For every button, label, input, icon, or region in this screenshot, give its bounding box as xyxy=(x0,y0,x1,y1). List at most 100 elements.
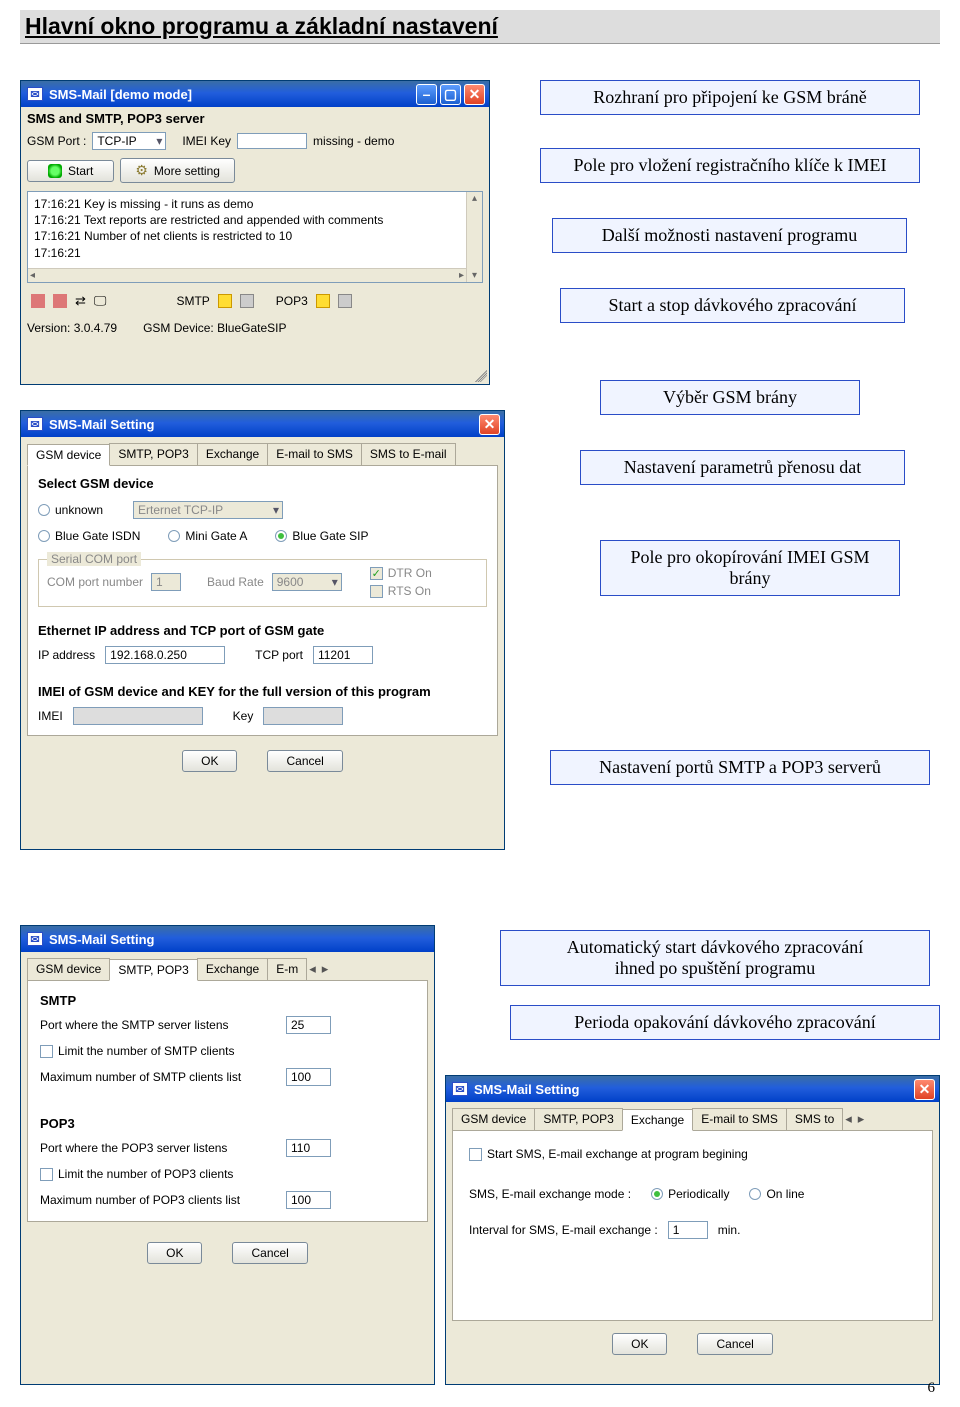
status-smtp-label: SMTP xyxy=(176,294,209,308)
settings-window-gsm: ✉ SMS-Mail Setting ✕ GSM device SMTP, PO… xyxy=(20,410,505,850)
tab-gsm-device[interactable]: GSM device xyxy=(27,958,110,980)
titlebar-settings3: ✉ SMS-Mail Setting ✕ xyxy=(446,1076,939,1102)
tab-gsm-device[interactable]: GSM device xyxy=(27,444,110,466)
page-number: 6 xyxy=(928,1380,936,1397)
tab-exchange[interactable]: Exchange xyxy=(622,1109,693,1131)
folder-icon xyxy=(316,294,330,308)
baud-rate-select: 9600 xyxy=(272,573,342,591)
maximize-button[interactable]: ▢ xyxy=(440,84,461,105)
device-label: GSM Device: BlueGateSIP xyxy=(143,321,286,335)
radio-unknown[interactable]: unknown xyxy=(38,503,103,517)
pop3-heading: POP3 xyxy=(40,1116,415,1131)
baud-label: Baud Rate xyxy=(207,575,264,589)
radio-bluegate-isdn[interactable]: Blue Gate ISDN xyxy=(38,529,140,543)
log-area[interactable]: 17:16:21 Key is missing - it runs as dem… xyxy=(27,191,483,283)
cancel-button[interactable]: Cancel xyxy=(697,1333,772,1355)
imei-key-label: IMEI Key xyxy=(182,134,231,148)
cancel-button[interactable]: Cancel xyxy=(232,1242,307,1264)
tcp-port-input[interactable]: 11201 xyxy=(313,646,373,664)
radio-periodically[interactable]: Periodically xyxy=(651,1187,729,1201)
tab-smtp-pop3[interactable]: SMTP, POP3 xyxy=(109,959,197,981)
pop3-port-input[interactable]: 110 xyxy=(286,1139,331,1157)
imei-input[interactable]: ████████ xyxy=(73,707,203,725)
group-select-heading: Select GSM device xyxy=(38,476,487,491)
main-window: ✉ SMS-Mail [demo mode] – ▢ ✕ SMS and SMT… xyxy=(20,80,490,385)
callout-gsm-interface: Rozhraní pro připojení ke GSM bráně xyxy=(540,80,920,115)
tab-scroll[interactable]: ◂▸ xyxy=(306,958,331,980)
close-button[interactable]: ✕ xyxy=(479,414,500,435)
check-smtp-limit[interactable]: Limit the number of SMTP clients xyxy=(40,1044,235,1058)
log-line: 17:16:21 Text reports are restricted and… xyxy=(34,212,476,228)
check-pop3-limit[interactable]: Limit the number of POP3 clients xyxy=(40,1167,233,1181)
callout-smtp-pop3-ports: Nastavení portů SMTP a POP3 serverů xyxy=(550,750,930,785)
pop3-port-label: Port where the POP3 server listens xyxy=(40,1141,280,1155)
smtp-heading: SMTP xyxy=(40,993,415,1008)
imei-key-input[interactable] xyxy=(237,133,307,149)
tab-email-to-sms[interactable]: E-mail to SMS xyxy=(267,443,362,465)
group-serial-legend: Serial COM port xyxy=(47,552,141,566)
ok-button[interactable]: OK xyxy=(612,1333,667,1355)
smtp-max-label: Maximum number of SMTP clients list xyxy=(40,1070,280,1084)
tab-gsm-device[interactable]: GSM device xyxy=(452,1108,535,1130)
link-icon: ⇄ xyxy=(75,293,86,309)
check-start-exchange[interactable]: Start SMS, E-mail exchange at program be… xyxy=(469,1147,748,1161)
callout-gsm-gate-choice: Výběr GSM brány xyxy=(600,380,860,415)
interval-input[interactable]: 1 xyxy=(668,1221,708,1239)
tab-sms-truncated[interactable]: SMS to xyxy=(786,1108,843,1130)
cancel-button[interactable]: Cancel xyxy=(267,750,342,772)
tab-sms-to-email[interactable]: SMS to E-mail xyxy=(361,443,456,465)
v-scrollbar[interactable]: ▴▾ xyxy=(466,192,482,282)
com-label: COM port number xyxy=(47,575,143,589)
callout-transfer-params: Nastavení parametrů přenosu dat xyxy=(580,450,905,485)
tabs-settings1: GSM device SMTP, POP3 Exchange E-mail to… xyxy=(27,443,498,466)
smtp-port-input[interactable]: 25 xyxy=(286,1016,331,1034)
gsm-port-label: GSM Port : xyxy=(27,134,86,148)
ok-button[interactable]: OK xyxy=(182,750,237,772)
titlebar-main: ✉ SMS-Mail [demo mode] – ▢ ✕ xyxy=(21,81,489,107)
status-icon xyxy=(53,294,67,308)
start-button[interactable]: Start xyxy=(27,160,114,182)
close-button[interactable]: ✕ xyxy=(914,1079,935,1100)
settings-window-exchange: ✉ SMS-Mail Setting ✕ GSM device SMTP, PO… xyxy=(445,1075,940,1385)
interval-unit: min. xyxy=(718,1223,741,1237)
gsm-port-select[interactable]: TCP-IP xyxy=(92,132,166,150)
settings1-title: SMS-Mail Setting xyxy=(49,417,479,432)
titlebar-settings2: ✉ SMS-Mail Setting xyxy=(21,926,434,952)
callout-start-stop: Start a stop dávkového zpracování xyxy=(560,288,905,323)
ok-button[interactable]: OK xyxy=(147,1242,202,1264)
ethernet-type-select[interactable]: Erternet TCP-IP xyxy=(133,501,283,519)
key-input[interactable]: ████ xyxy=(263,707,343,725)
tab-smtp-pop3[interactable]: SMTP, POP3 xyxy=(534,1108,622,1130)
tab-smtp-pop3[interactable]: SMTP, POP3 xyxy=(109,443,197,465)
close-button[interactable]: ✕ xyxy=(464,84,485,105)
start-icon xyxy=(48,164,62,178)
tab-scroll[interactable]: ◂▸ xyxy=(842,1108,867,1130)
tab-exchange[interactable]: Exchange xyxy=(197,443,268,465)
pop3-max-input[interactable]: 100 xyxy=(286,1191,331,1209)
tcp-label: TCP port xyxy=(255,648,303,662)
tab-email-truncated[interactable]: E-m xyxy=(267,958,307,980)
tab-exchange[interactable]: Exchange xyxy=(197,958,268,980)
radio-mini-gate-a[interactable]: Mini Gate A xyxy=(168,529,247,543)
radio-bluegate-sip[interactable]: Blue Gate SIP xyxy=(275,529,368,543)
ip-address-input[interactable]: 192.168.0.250 xyxy=(105,646,225,664)
settings2-title: SMS-Mail Setting xyxy=(49,932,430,947)
imei-key-status: missing - demo xyxy=(313,134,394,148)
left-status-icons: ⇄ 🖵 xyxy=(27,291,110,311)
status-pop3-label: POP3 xyxy=(276,294,308,308)
check-dtr: ✓DTR On xyxy=(370,566,432,580)
minimize-button[interactable]: – xyxy=(416,84,437,105)
smtp-max-input[interactable]: 100 xyxy=(286,1068,331,1086)
gear-icon: ⚙ xyxy=(135,162,148,179)
ip-label: IP address xyxy=(38,648,95,662)
callout-imei-key-field: Pole pro vložení registračního klíče k I… xyxy=(540,148,920,183)
h-scrollbar[interactable]: ◂▸ xyxy=(28,268,466,282)
radio-online[interactable]: On line xyxy=(749,1187,804,1201)
envelope-icon: ✉ xyxy=(27,417,43,431)
exchange-mode-label: SMS, E-mail exchange mode : xyxy=(469,1187,631,1201)
resize-grip[interactable] xyxy=(475,370,487,382)
check-rts: RTS On xyxy=(370,584,432,598)
more-setting-button[interactable]: ⚙ More setting xyxy=(120,158,235,183)
monitor-icon: 🖵 xyxy=(94,293,107,309)
tab-email-to-sms[interactable]: E-mail to SMS xyxy=(692,1108,787,1130)
